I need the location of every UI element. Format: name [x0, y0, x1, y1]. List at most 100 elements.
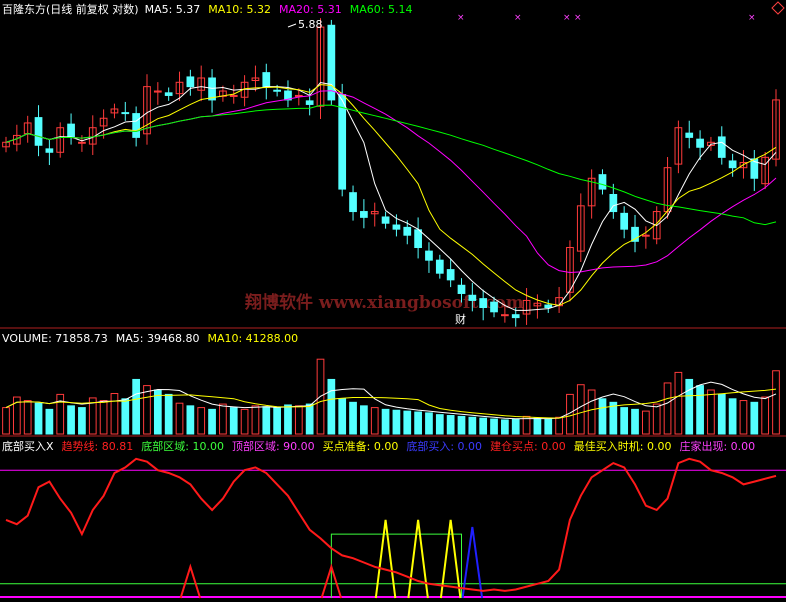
- volume-bar: [403, 410, 412, 435]
- candle: [587, 169, 596, 219]
- candle-body: [67, 123, 75, 138]
- volume-bar: [533, 417, 542, 435]
- signal-spike: [374, 519, 397, 599]
- ma20-line: [5, 90, 777, 274]
- ma-legend-label: MA60: 5.14: [350, 3, 413, 16]
- indicator-header: 底部买入X 趋势线: 80.81 底部区域: 10.00 顶部区域: 90.00 买点准…: [2, 439, 755, 453]
- indicator-legend-label: 建仓买点: 0.00: [490, 439, 566, 453]
- volume-bar: [501, 419, 509, 435]
- svg-text:×: ×: [457, 13, 465, 23]
- price-header: 百隆东方(日线 前复权 对数) MA5: 5.37 MA10: 5.32 MA20: …: [2, 2, 412, 16]
- volume-bar: [229, 407, 238, 435]
- volume-bar: [457, 415, 466, 435]
- volume-bar: [381, 408, 390, 435]
- volume-bar: [544, 418, 553, 435]
- svg-text:×: ×: [748, 13, 756, 23]
- volume-bar: [208, 408, 216, 435]
- candle-body: [620, 212, 629, 230]
- candle-body: [446, 269, 455, 281]
- candle: [186, 69, 195, 96]
- volume-bar: [425, 412, 433, 435]
- stock-chart: 翔博软件 www.xiangbosoft.com 5.88 财 × × × × …: [0, 1, 786, 599]
- candle: [674, 120, 683, 174]
- volume-bar: [78, 407, 86, 435]
- candle: [121, 101, 130, 121]
- candle: [533, 294, 542, 319]
- volume-bar: [631, 408, 639, 435]
- trend-line: [5, 457, 777, 592]
- candle: [522, 288, 531, 325]
- candle: [381, 211, 390, 229]
- candle: [544, 299, 553, 313]
- candle-body: [229, 94, 238, 97]
- volume-bar: [294, 405, 303, 435]
- candle: [327, 19, 336, 106]
- volume-bar: [728, 398, 737, 435]
- volume-bar: [338, 398, 347, 435]
- candle-body: [338, 94, 347, 190]
- volume-legend-label: MA5: 39468.80: [116, 332, 200, 345]
- volume-bar: [707, 389, 715, 435]
- indicator-legend-label: 买点准备: 0.00: [323, 439, 399, 453]
- volume-bar: [273, 407, 281, 435]
- volume-bar: [555, 416, 563, 435]
- signal-spike: [461, 526, 484, 599]
- candle: [164, 87, 173, 101]
- candle-body: [34, 117, 43, 146]
- candle-body: [685, 132, 694, 138]
- candle-body: [327, 24, 336, 101]
- candle: [284, 80, 292, 108]
- candle-body: [479, 298, 488, 309]
- volume-bar: [772, 370, 780, 435]
- candle: [403, 220, 412, 245]
- candle: [598, 169, 607, 195]
- volume-bar: [511, 418, 520, 435]
- candle-body: [132, 113, 141, 138]
- candle: [631, 214, 639, 253]
- candle: [197, 65, 206, 102]
- candle-body: [468, 294, 477, 301]
- candle-body: [78, 141, 86, 144]
- candle: [717, 126, 726, 165]
- candle-body: [457, 284, 466, 294]
- candle-body: [425, 250, 433, 261]
- volume-bar: [262, 406, 271, 435]
- volume-bar: [587, 389, 596, 435]
- candle-body: [641, 234, 650, 237]
- ma5-line: [5, 82, 777, 311]
- candle: [262, 63, 271, 100]
- indicator-legend-label: 底部买入X: [2, 439, 54, 453]
- volume-bar: [121, 398, 130, 435]
- volume-legend-label: MA10: 41288.00: [207, 332, 298, 345]
- candle-body: [403, 226, 412, 236]
- candle: [576, 193, 585, 263]
- volume-bar: [23, 400, 32, 435]
- volume-bar: [349, 401, 357, 435]
- volume-bar: [284, 404, 292, 435]
- volume-bar: [490, 418, 498, 435]
- volume-bar: [251, 405, 260, 435]
- volume-header: VOLUME: 71858.73 MA5: 39468.80 MA10: 41288…: [2, 332, 298, 345]
- candle-body: [45, 148, 54, 153]
- candle-body: [273, 89, 281, 92]
- ma-legend-label: MA10: 5.32: [208, 3, 271, 16]
- volume-bar: [652, 403, 661, 435]
- volume-bar: [414, 411, 422, 435]
- volume-bar: [99, 400, 108, 435]
- candle: [240, 75, 249, 107]
- volume-bar: [327, 378, 336, 435]
- candle: [67, 113, 75, 145]
- moving-average-lines: [5, 82, 777, 311]
- volume-bar: [663, 382, 672, 435]
- candle: [392, 214, 401, 237]
- peak-label: 5.88: [298, 18, 323, 31]
- candlestick-series: [2, 18, 780, 327]
- candle-body: [121, 112, 130, 115]
- volume-bar: [45, 408, 54, 435]
- diamond-icon: [771, 1, 785, 15]
- volume-bar: [696, 385, 704, 435]
- volume-bar: [143, 385, 151, 435]
- candle: [555, 286, 563, 313]
- candle-body: [186, 76, 195, 88]
- volume-bar: [34, 402, 43, 435]
